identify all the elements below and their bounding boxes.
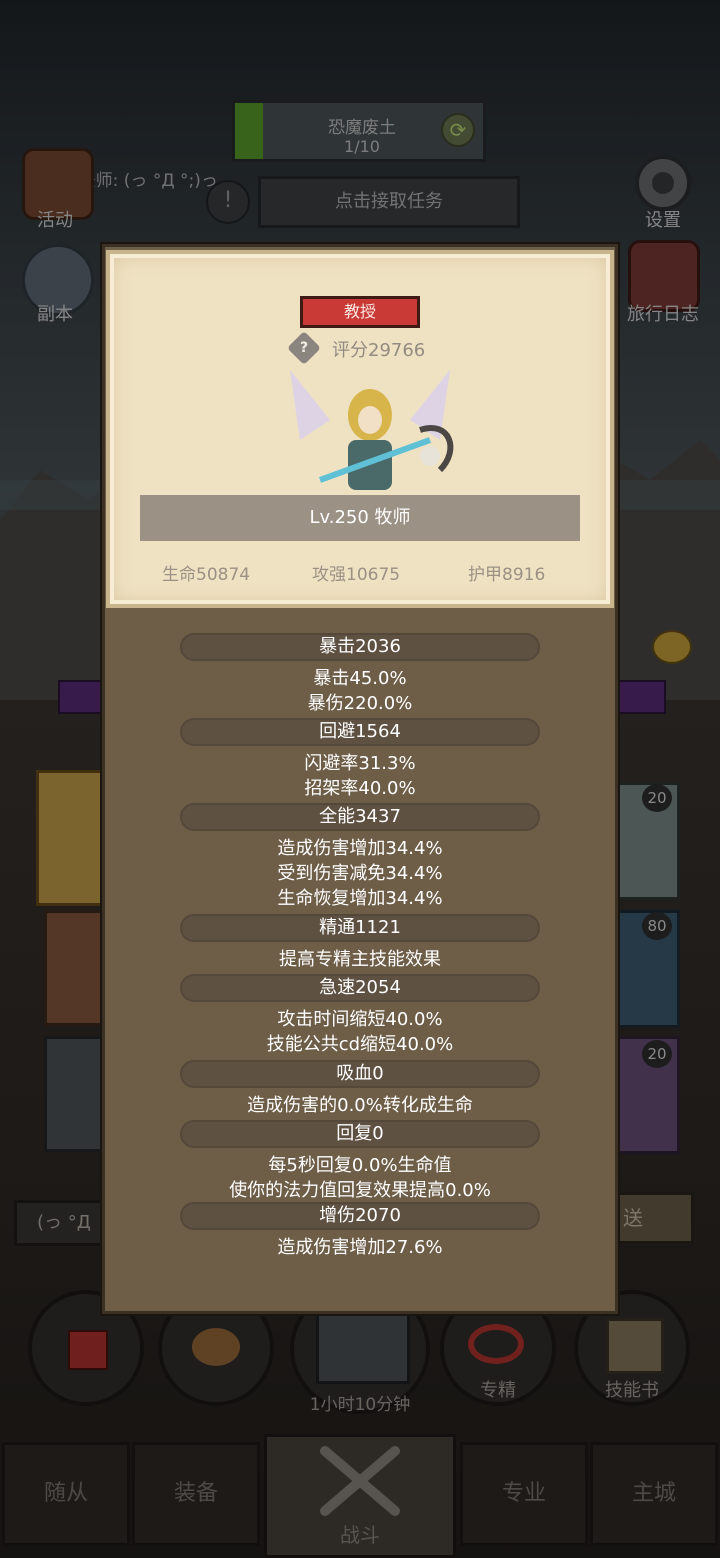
rank-badge: 教授 [300, 296, 420, 328]
stat-haste-title: 急速2054 [180, 974, 540, 1002]
stat-line: 闪避率31.3% [304, 753, 416, 774]
stat-evasion-title: 回避1564 [180, 718, 540, 746]
stat-critical-title: 暴击2036 [180, 633, 540, 661]
stat-versatility-title: 全能3437 [180, 803, 540, 831]
stat-mastery-title: 精通1121 [180, 914, 540, 942]
stat-damage-bonus-title: 增伤2070 [180, 1202, 540, 1230]
stat-regen-title: 回复0 [180, 1120, 540, 1148]
hero-armor: 护甲8916 [468, 565, 546, 585]
stat-line: 暴击45.0% [313, 668, 407, 689]
stat-line: 生命恢复增加34.4% [277, 888, 443, 909]
stat-line: 技能公共cd缩短40.0% [266, 1034, 454, 1055]
stat-line: 造成伤害增加27.6% [277, 1237, 443, 1258]
stat-line: 提高专精主技能效果 [279, 949, 441, 970]
stat-line: 暴伤220.0% [307, 693, 413, 714]
hero-attack: 攻强10675 [312, 565, 401, 585]
hero-level-class: Lv.250 牧师 [140, 495, 580, 541]
stat-line: 造成伤害的0.0%转化成生命 [247, 1095, 473, 1116]
hero-score: 评分29766 [332, 340, 426, 361]
stat-line: 招架率40.0% [304, 778, 416, 799]
stat-line: 造成伤害增加34.4% [277, 838, 443, 859]
hero-portrait [290, 370, 454, 490]
stat-line: 受到伤害减免34.4% [277, 863, 443, 884]
stat-lifesteal-title: 吸血0 [180, 1060, 540, 1088]
hero-hp: 生命50874 [162, 565, 251, 585]
stat-line: 攻击时间缩短40.0% [277, 1009, 443, 1030]
stat-line: 每5秒回复0.0%生命值 [268, 1155, 452, 1176]
stat-line: 使你的法力值回复效果提高0.0% [229, 1180, 491, 1201]
